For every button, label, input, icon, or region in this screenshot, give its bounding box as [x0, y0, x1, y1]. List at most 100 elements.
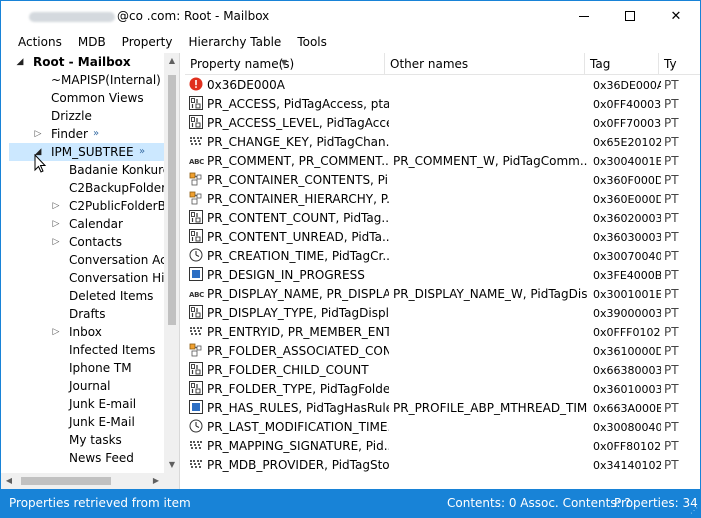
tree-collapsed-arrow-icon[interactable]: ▷ — [51, 323, 61, 341]
table-row[interactable]: PR_MAPPING_SIGNATURE, Pid... 0x0FF80102 PT — [185, 437, 700, 456]
column-header-tag[interactable]: Tag — [585, 53, 659, 75]
menu-actions[interactable]: Actions — [10, 32, 70, 52]
table-row[interactable]: PR_CONTENT_UNREAD, PidTa... 0x36030003 PT — [185, 228, 700, 247]
table-row[interactable]: PR_FOLDER_ASSOCIATED_CON... 0x3610000D PT — [185, 342, 700, 361]
tree-scroll-thumb[interactable] — [168, 75, 176, 325]
table-row[interactable]: PR_DISPLAY_TYPE, PidTagDispl... 0x3900000… — [185, 304, 700, 323]
menu-tools[interactable]: Tools — [289, 32, 335, 52]
tree-item[interactable]: News Feed — [1, 449, 164, 467]
table-row[interactable]: 0x36DE000A 0x36DE000A PT — [185, 76, 700, 95]
tree-horizontal-scrollbar[interactable]: ◀ ▶ — [1, 473, 164, 489]
property-name-text: PR_CONTAINER_HIERARCHY, P... — [207, 192, 389, 206]
table-row[interactable]: PR_DESIGN_IN_PROGRESS 0x3FE4000B PT — [185, 266, 700, 285]
tree-hscroll-thumb[interactable] — [21, 477, 111, 485]
tree-item-label: IPM_SUBTREE — [51, 145, 134, 159]
object-icon — [189, 172, 202, 186]
column-header-label: Property name(s) — [190, 57, 295, 71]
cell-other-names — [393, 266, 588, 285]
tree-item[interactable]: Drizzle — [1, 107, 164, 125]
cell-other-names — [393, 133, 588, 152]
integer-icon — [189, 210, 203, 224]
tree-item[interactable]: Infected Items — [1, 341, 164, 359]
tree-item[interactable]: Deleted Items — [1, 287, 164, 305]
tree-item[interactable]: ◢ IPM_SUBTREE» — [9, 143, 164, 161]
tree-vertical-scrollbar[interactable]: ▲ ▼ — [164, 53, 179, 473]
tree-item[interactable]: Conversation Action Settings — [1, 251, 179, 269]
cell-other-names — [393, 76, 588, 95]
table-row[interactable]: PR_CREATION_TIME, PidTagCr... 0x30070040 P… — [185, 247, 700, 266]
tree-item[interactable]: ▷ Contacts — [1, 233, 164, 251]
tree-item[interactable]: Drafts — [1, 305, 164, 323]
property-name-text: PR_MDB_PROVIDER, PidTagSto... — [207, 458, 389, 472]
resize-grip-icon[interactable]: ⋰ — [690, 506, 698, 515]
tree-item[interactable]: ▷ Finder » — [1, 125, 164, 143]
table-row[interactable]: PR_FOLDER_CHILD_COUNT 0x66380003 PT — [185, 361, 700, 380]
tree-item[interactable]: Journal — [1, 377, 164, 395]
scroll-down-icon[interactable]: ▼ — [164, 457, 179, 473]
scroll-up-icon[interactable]: ▲ — [164, 53, 179, 69]
cell-type: PT — [664, 173, 679, 187]
tree-item[interactable]: Iphone TM — [1, 359, 164, 377]
table-row[interactable]: ABC PR_COMMENT, PR_COMMENT... PR_COMMENT_W… — [185, 152, 700, 171]
minimize-button[interactable] — [561, 1, 607, 31]
tree-collapsed-arrow-icon[interactable]: ▷ — [51, 233, 61, 251]
scroll-left-icon[interactable]: ◀ — [1, 473, 17, 489]
table-row[interactable]: ABC PR_DISPLAY_NAME, PR_DISPLA... PR_DISPL… — [185, 285, 700, 304]
cell-tag: 0x3001001E — [593, 288, 661, 301]
table-row[interactable]: PR_ACCESS_LEVEL, PidTagAcce... 0x0FF70003… — [185, 114, 700, 133]
tree-item[interactable]: ~MAPISP(Internal) — [1, 71, 164, 89]
tree-item[interactable]: ▷C2PublicFolderBackup — [1, 197, 179, 215]
table-row[interactable]: PR_FOLDER_TYPE, PidTagFolde... 0x36010003… — [185, 380, 700, 399]
tree-item[interactable]: ▷ Calendar — [1, 215, 164, 233]
tree-item[interactable]: My tasks — [1, 431, 164, 449]
table-row[interactable]: PR_CONTENT_COUNT, PidTag... 0x36020003 PT — [185, 209, 700, 228]
menu-mdb[interactable]: MDB — [70, 32, 114, 52]
cell-tag: 0x360F000D — [593, 174, 661, 187]
table-row[interactable]: PR_CHANGE_KEY, PidTagChan... 0x65E20102 PT — [185, 133, 700, 152]
tree-item[interactable]: ◢ Root - Mailbox — [1, 53, 164, 71]
tree-item[interactable]: ▷ Inbox — [1, 323, 164, 341]
column-header-property-name[interactable]: Property name(s) ▼ — [185, 53, 385, 75]
menu-hierarchy-table[interactable]: Hierarchy Table — [180, 32, 289, 52]
tree-item[interactable]: Common Views — [1, 89, 164, 107]
table-row[interactable]: PR_HAS_RULES, PidTagHasRule... PR_PROFILE… — [185, 399, 700, 418]
cell-tag: 0x0FF80102 — [593, 440, 661, 453]
title-bar[interactable]: @co .com: Root - Mailbox ✕ — [1, 1, 700, 31]
tree-collapsed-arrow-icon[interactable]: ▷ — [51, 197, 61, 215]
cell-other-names — [393, 361, 588, 380]
cell-property-name: PR_CONTAINER_CONTENTS, Pi... — [189, 171, 389, 190]
table-row[interactable]: PR_ACCESS, PidTagAccess, pta... 0x0FF4000… — [185, 95, 700, 114]
clock-icon — [189, 248, 203, 262]
tree-item[interactable]: Badanie Konkurencji — [1, 161, 179, 179]
property-name-text: PR_FOLDER_ASSOCIATED_CON... — [207, 344, 389, 358]
table-row[interactable]: PR_MDB_PROVIDER, PidTagSto... 0x34140102 P… — [185, 456, 700, 475]
tree-expanded-arrow-icon[interactable]: ◢ — [15, 53, 25, 71]
maximize-button[interactable] — [607, 1, 653, 31]
property-name-text: PR_CONTENT_UNREAD, PidTa... — [207, 230, 389, 244]
scroll-right-icon[interactable]: ▶ — [148, 473, 164, 489]
table-row[interactable]: PR_CONTAINER_HIERARCHY, P... 0x360E000D PT — [185, 190, 700, 209]
property-table[interactable]: Property name(s) ▼ Other names Tag Ty 0x… — [185, 53, 700, 489]
scroll-corner — [164, 473, 179, 489]
status-contents: Contents: 0 Assoc. Contents: ? — [447, 496, 631, 510]
table-row[interactable]: PR_LAST_MODIFICATION_TIME... 0x30080040 PT — [185, 418, 700, 437]
table-row[interactable]: PR_CONTAINER_CONTENTS, Pi... 0x360F000D PT — [185, 171, 700, 190]
property-name-text: PR_FOLDER_TYPE, PidTagFolde... — [207, 382, 389, 396]
menu-property[interactable]: Property — [114, 32, 181, 52]
column-header-type[interactable]: Ty — [659, 53, 700, 75]
tree-collapsed-arrow-icon[interactable]: ▷ — [51, 215, 61, 233]
table-row[interactable]: PR_ENTRYID, PR_MEMBER_ENT... 0x0FFF0102 PT — [185, 323, 700, 342]
close-button[interactable]: ✕ — [653, 1, 699, 31]
tree-item[interactable]: Junk E-Mail — [1, 413, 164, 431]
cell-property-name: PR_CREATION_TIME, PidTagCr... — [189, 247, 389, 266]
tree-collapsed-arrow-icon[interactable]: ▷ — [33, 125, 43, 143]
property-name-text: PR_HAS_RULES, PidTagHasRule... — [207, 401, 389, 415]
folder-tree[interactable]: News Feed My tasks Junk E-Mail Junk E-mail J… — [1, 53, 180, 489]
cell-other-names — [393, 437, 588, 456]
tree-item[interactable]: C2BackupFolder — [1, 179, 166, 197]
tree-item[interactable]: Junk E-mail — [1, 395, 164, 413]
cell-property-name: PR_ENTRYID, PR_MEMBER_ENT... — [189, 323, 389, 342]
tree-item-label: Inbox — [69, 325, 102, 339]
tree-item[interactable]: Conversation History — [1, 269, 179, 287]
column-header-other-names[interactable]: Other names — [385, 53, 585, 75]
